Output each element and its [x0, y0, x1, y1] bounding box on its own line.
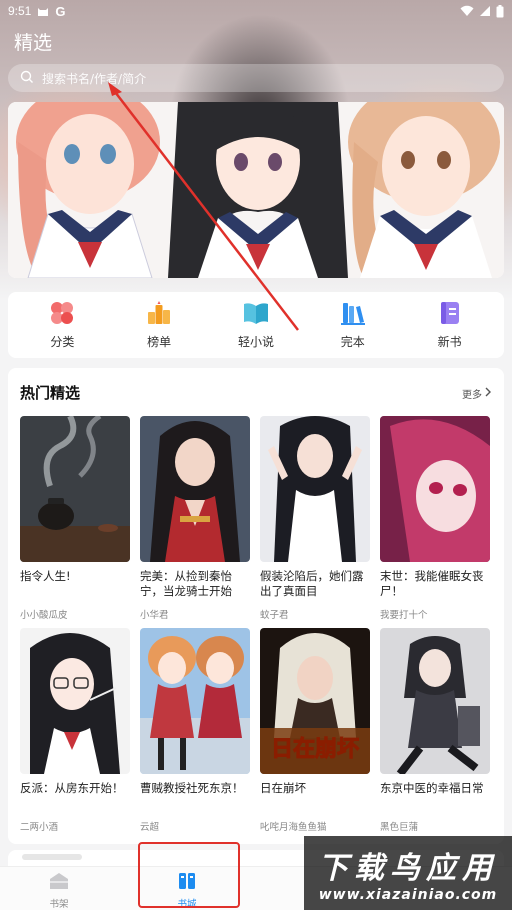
book-cover-teapot [20, 416, 130, 562]
book-title: 完美：从捡到秦怡宁，当龙骑士开始 [140, 569, 232, 598]
nav-bookshelf[interactable]: 书架 [48, 871, 70, 910]
book-grid: 指令人生! 小小酸瓜皮 完美：从捡到秦怡宁，当龙骑士开始 小华君 假装沦陷后，她… [20, 416, 492, 840]
books-icon [340, 300, 366, 326]
book-card[interactable]: 指令人生! 小小酸瓜皮 [20, 416, 130, 628]
book-title: 日在崩坏 [260, 781, 306, 795]
bookshelf-icon [48, 871, 70, 894]
new-book-icon [437, 300, 463, 326]
book-author: 蚊子君 [260, 610, 289, 621]
category-bar: 分类 榜单 轻小说 完本 新书 [8, 292, 504, 358]
cover-logo-text: 日在崩坏 [271, 736, 359, 762]
open-book-icon [242, 300, 270, 326]
watermark-url: www.xiazainiao.com [318, 887, 498, 903]
watermark: 下载鸟应用 www.xiazainiao.com [304, 836, 512, 910]
book-author: 黑色巨蒲 [380, 822, 419, 833]
book-title: 指令人生! [20, 569, 71, 583]
hot-picks-section: 热门精选 更多 指令人生! 小小酸瓜皮 完美：从捡到秦怡宁，当龙骑士开始 小华君… [8, 368, 504, 844]
wifi-icon [460, 5, 474, 17]
bookstore-icon [176, 871, 198, 894]
search-icon [20, 70, 34, 87]
category-light-novel[interactable]: 轻小说 [211, 300, 301, 350]
book-title: 假装沦陷后，她们露出了真面目 [260, 569, 364, 598]
chevron-right-icon [484, 387, 492, 400]
book-cover-hooded-girl: 日在崩坏 [260, 628, 370, 774]
featured-banner[interactable] [8, 102, 504, 278]
more-label: 更多 [462, 390, 482, 401]
book-cover-red-hair-girl [380, 416, 490, 562]
book-cover-suit-girl [380, 628, 490, 774]
category-new-books[interactable]: 新书 [405, 300, 495, 350]
book-author: 小小酸瓜皮 [20, 610, 68, 621]
book-card[interactable]: 末世：我能催眠女丧尸！ 我要打十个 [380, 416, 490, 628]
more-link[interactable]: 更多 [462, 386, 492, 401]
book-author: 小华君 [140, 610, 169, 621]
banner-illustration [8, 102, 504, 278]
category-ranking[interactable]: 榜单 [114, 300, 204, 350]
watermark-title: 下载鸟应用 [318, 851, 498, 886]
status-time: 9:51 [8, 4, 32, 18]
nav-label: 书城 [177, 899, 197, 910]
book-card[interactable]: 日在崩坏 日在崩坏 叱咤月海鱼鱼猫 [260, 628, 370, 840]
book-title: 反派：从房东开始！ [20, 781, 124, 795]
category-label: 轻小说 [237, 335, 274, 349]
search-placeholder: 搜索书名/作者/简介 [42, 71, 147, 86]
status-bar: 9:51 G [0, 0, 512, 22]
book-author: 我要打十个 [380, 610, 428, 621]
book-author: 云超 [140, 822, 160, 833]
nav-label: 书架 [49, 899, 69, 910]
book-title: 东京中医的幸福日常 [380, 781, 484, 795]
book-author: 二两小酒 [20, 822, 59, 833]
book-cover-glasses-girl [20, 628, 130, 774]
category-classify[interactable]: 分类 [17, 300, 107, 350]
nav-bookstore[interactable]: 书城 [176, 871, 198, 910]
ranking-icon [146, 300, 172, 326]
signal-icon [479, 5, 491, 17]
grid-icon [49, 300, 75, 326]
book-card[interactable]: 曹贼教授社死东京！ 云超 [140, 628, 250, 840]
search-input[interactable]: 搜索书名/作者/简介 [8, 64, 504, 92]
category-label: 榜单 [147, 335, 172, 349]
book-card[interactable]: 假装沦陷后，她们露出了真面目 蚊子君 [260, 416, 370, 628]
book-card[interactable]: 反派：从房东开始！ 二两小酒 [20, 628, 130, 840]
cat-icon [37, 5, 49, 17]
book-cover-dark-hair-girl [260, 416, 370, 562]
section-title-placeholder [22, 854, 82, 860]
battery-icon [496, 4, 504, 18]
book-cover-two-girls [140, 628, 250, 774]
category-completed[interactable]: 完本 [308, 300, 398, 350]
book-author: 叱咤月海鱼鱼猫 [260, 822, 327, 833]
book-card[interactable]: 东京中医的幸福日常 黑色巨蒲 [380, 628, 490, 840]
section-title: 热门精选 [20, 384, 81, 402]
category-label: 分类 [50, 335, 75, 349]
page-title: 精选 [14, 32, 53, 54]
book-title: 曹贼教授社死东京！ [140, 781, 244, 795]
book-cover-swordswoman [140, 416, 250, 562]
book-card[interactable]: 完美：从捡到秦怡宁，当龙骑士开始 小华君 [140, 416, 250, 628]
google-icon: G [55, 3, 66, 19]
category-label: 完本 [340, 335, 365, 349]
book-title: 末世：我能催眠女丧尸！ [380, 569, 484, 598]
category-label: 新书 [437, 335, 462, 349]
